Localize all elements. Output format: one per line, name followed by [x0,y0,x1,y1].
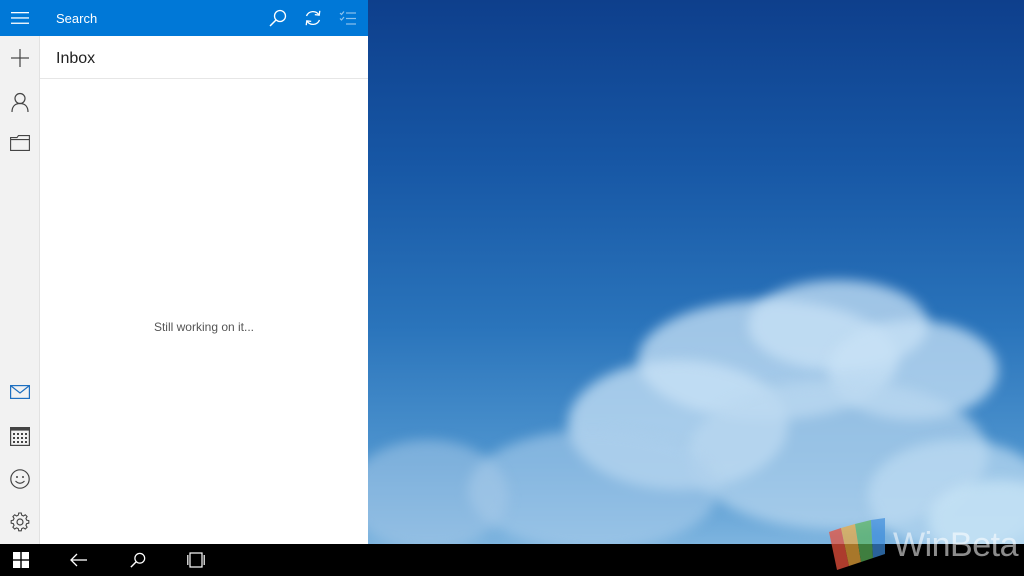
sync-button[interactable] [301,6,325,30]
winbeta-logo-icon [829,518,885,570]
taskbar-search-button[interactable] [118,544,158,576]
mail-list-pane: Inbox Still working on it... [40,0,368,544]
watermark: WinBeta [827,518,1019,572]
folder-icon [10,135,30,151]
back-arrow-icon [70,553,87,567]
calendar-nav-button[interactable] [0,416,40,456]
hamburger-icon [11,12,29,24]
loading-status-text: Still working on it... [153,320,255,334]
gear-icon [10,512,30,532]
search-icon [130,552,146,568]
person-icon [11,92,29,112]
select-icon [339,11,356,25]
search-button[interactable] [266,6,290,30]
selection-mode-button[interactable] [336,6,360,30]
folders-button[interactable] [0,123,40,163]
app-nav-rail [0,0,40,544]
start-button[interactable] [1,544,41,576]
task-view-icon [187,552,205,568]
mail-nav-button[interactable] [0,372,40,412]
hamburger-menu-button[interactable] [0,0,40,36]
desktop-background [368,0,1024,544]
smiley-icon [10,469,30,489]
mail-icon [10,385,30,399]
calendar-icon [10,427,30,446]
task-view-button[interactable] [176,544,216,576]
watermark-text: WinBeta [893,525,1019,564]
feedback-button[interactable] [0,459,40,499]
sync-icon [305,10,321,26]
folder-header: Inbox [40,36,368,79]
search-icon [269,9,287,27]
new-mail-button[interactable] [0,38,40,78]
accounts-button[interactable] [0,82,40,122]
plus-icon [11,49,29,67]
windows-logo-icon [13,552,29,568]
folder-title: Inbox [56,50,96,67]
back-button[interactable] [59,544,99,576]
settings-button[interactable] [0,502,40,542]
search-input[interactable] [50,6,260,30]
search-bar [40,0,368,36]
